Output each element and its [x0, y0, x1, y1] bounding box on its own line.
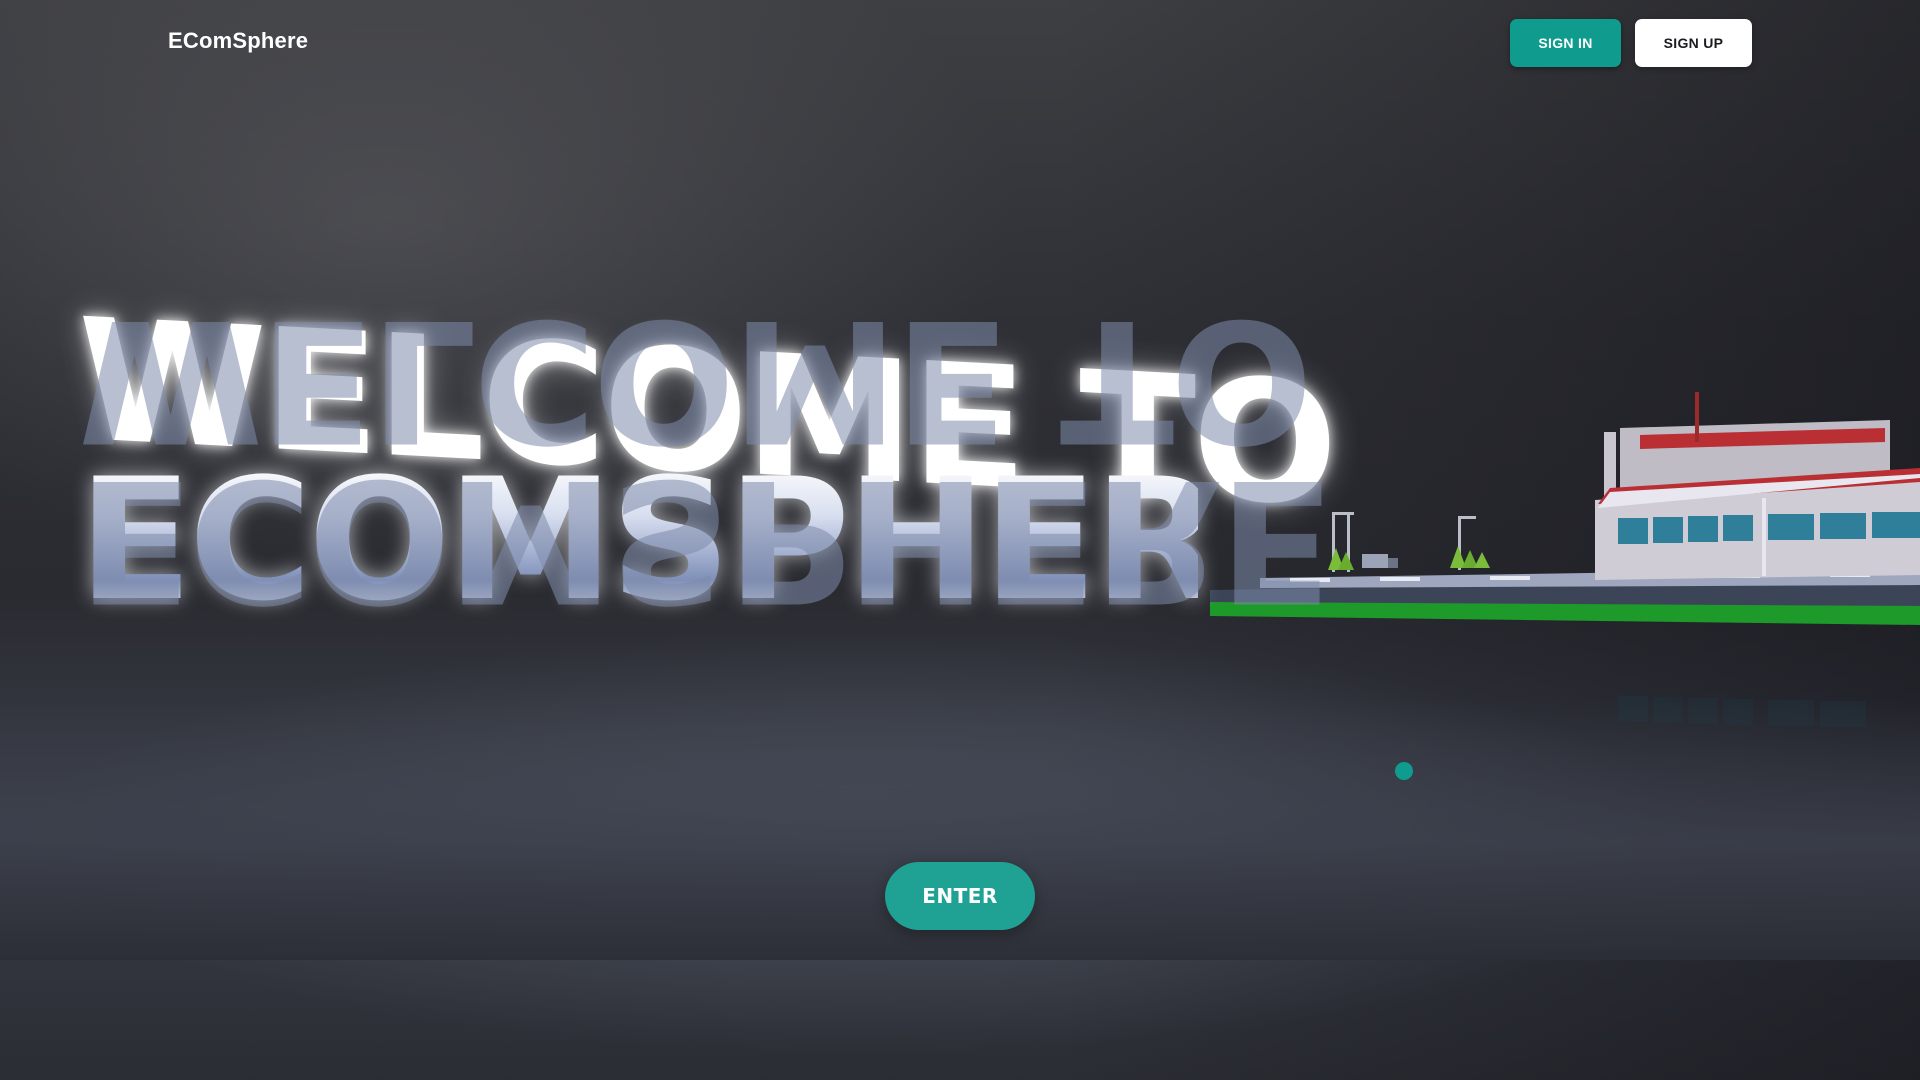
sign-in-button[interactable]: SIGN IN [1510, 19, 1621, 67]
enter-button[interactable]: ENTER [885, 862, 1035, 930]
hero-line-brand: ECOMSPHERE [78, 442, 1334, 638]
sign-up-button[interactable]: SIGN UP [1635, 19, 1752, 67]
indicator-dot [1395, 762, 1413, 780]
hero-headline: WELCOME TO ECOMSPHERE [78, 282, 1334, 638]
brand-logo[interactable]: EComSphere [168, 28, 308, 54]
